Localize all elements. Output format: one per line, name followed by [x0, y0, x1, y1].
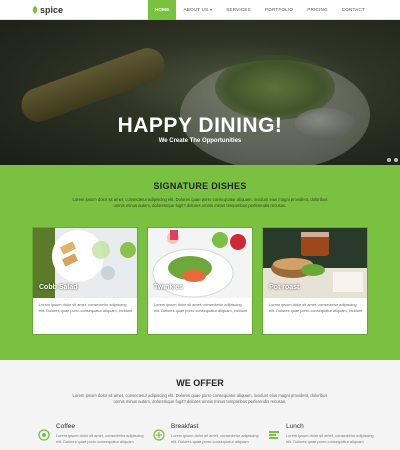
service-name: Coffee	[56, 423, 76, 430]
main-menu: HOME ABOUT US ▾ SERVICES PORTFOLIO PRICI…	[147, 0, 372, 20]
dish-description: Lorem ipsum dolor sit amet, consectetur …	[269, 302, 363, 313]
logo[interactable]: spice	[32, 4, 63, 16]
section-title: SIGNATURE DISHES	[153, 181, 247, 191]
nav-item-about-us[interactable]: ABOUT US ▾	[176, 0, 219, 20]
dish-description: Lorem ipsum dolor sit amet, consectetur …	[154, 302, 248, 313]
nav-item-about-us-label: ABOUT US	[183, 7, 209, 12]
service-name: Breakfast	[171, 423, 199, 430]
nav-item-portfolio[interactable]: PORTFOLIO	[258, 0, 300, 20]
hero-title: HAPPY DINING!	[117, 114, 283, 137]
hero-subtitle: We Create The Opportunities	[158, 138, 242, 144]
slider-dot[interactable]	[387, 158, 391, 162]
nav-item-home[interactable]: HOME	[147, 0, 177, 20]
breakfast-icon	[153, 429, 165, 441]
service-item: Lunch Lorem ipsum dolor sit amet, consec…	[268, 421, 378, 449]
section-description: Lorem ipsum dolor sit amet, consectetur …	[72, 393, 328, 404]
leaf-icon	[32, 6, 38, 14]
nav-item-pricing[interactable]: PRICING	[300, 0, 335, 20]
dish-description: Lorem ipsum dolor sit amet, consectetur …	[39, 302, 133, 313]
coffee-icon	[38, 429, 50, 441]
dish-name: Cobb Salad	[39, 284, 78, 291]
dish-name: Pot roast	[269, 284, 300, 291]
service-item: Coffee Lorem ipsum dolor sit amet, conse…	[38, 421, 148, 449]
service-description: Lorem ipsum dolor sit amet, consectetur …	[286, 433, 374, 444]
service-item: Breakfast Lorem ipsum dolor sit amet, co…	[153, 421, 263, 449]
nav-item-services[interactable]: SERVICES	[219, 0, 258, 20]
slider-dots	[387, 158, 398, 162]
slider-dot[interactable]	[394, 158, 398, 162]
section-description: Lorem ipsum dolor sit amet, consectetur …	[72, 197, 328, 208]
hero-slider: HAPPY DINING! We Create The Opportunitie…	[0, 20, 400, 165]
dish-name: Twinkies	[154, 284, 184, 291]
service-name: Lunch	[286, 423, 304, 430]
navbar: spice HOME ABOUT US ▾ SERVICES PORTFOLIO…	[0, 0, 400, 20]
chevron-down-icon: ▾	[209, 7, 213, 12]
nav-item-contact[interactable]: CONTACT	[335, 0, 372, 20]
lunch-icon	[269, 431, 279, 439]
section-title: WE OFFER	[176, 378, 224, 388]
service-description: Lorem ipsum dolor sit amet, consectetur …	[56, 433, 144, 444]
dish-card[interactable]: Pot roast Lorem ipsum dolor sit amet, co…	[262, 227, 368, 335]
service-description: Lorem ipsum dolor sit amet, consectetur …	[171, 433, 259, 444]
we-offer-section: WE OFFER Lorem ipsum dolor sit amet, con…	[0, 360, 400, 450]
dish-card[interactable]: Twinkies Lorem ipsum dolor sit amet, con…	[147, 227, 253, 335]
signature-dishes-section: SIGNATURE DISHES Lorem ipsum dolor sit a…	[0, 165, 400, 360]
logo-text: spice	[40, 5, 64, 15]
dish-card[interactable]: Cobb Salad Lorem ipsum dolor sit amet, c…	[32, 227, 138, 335]
